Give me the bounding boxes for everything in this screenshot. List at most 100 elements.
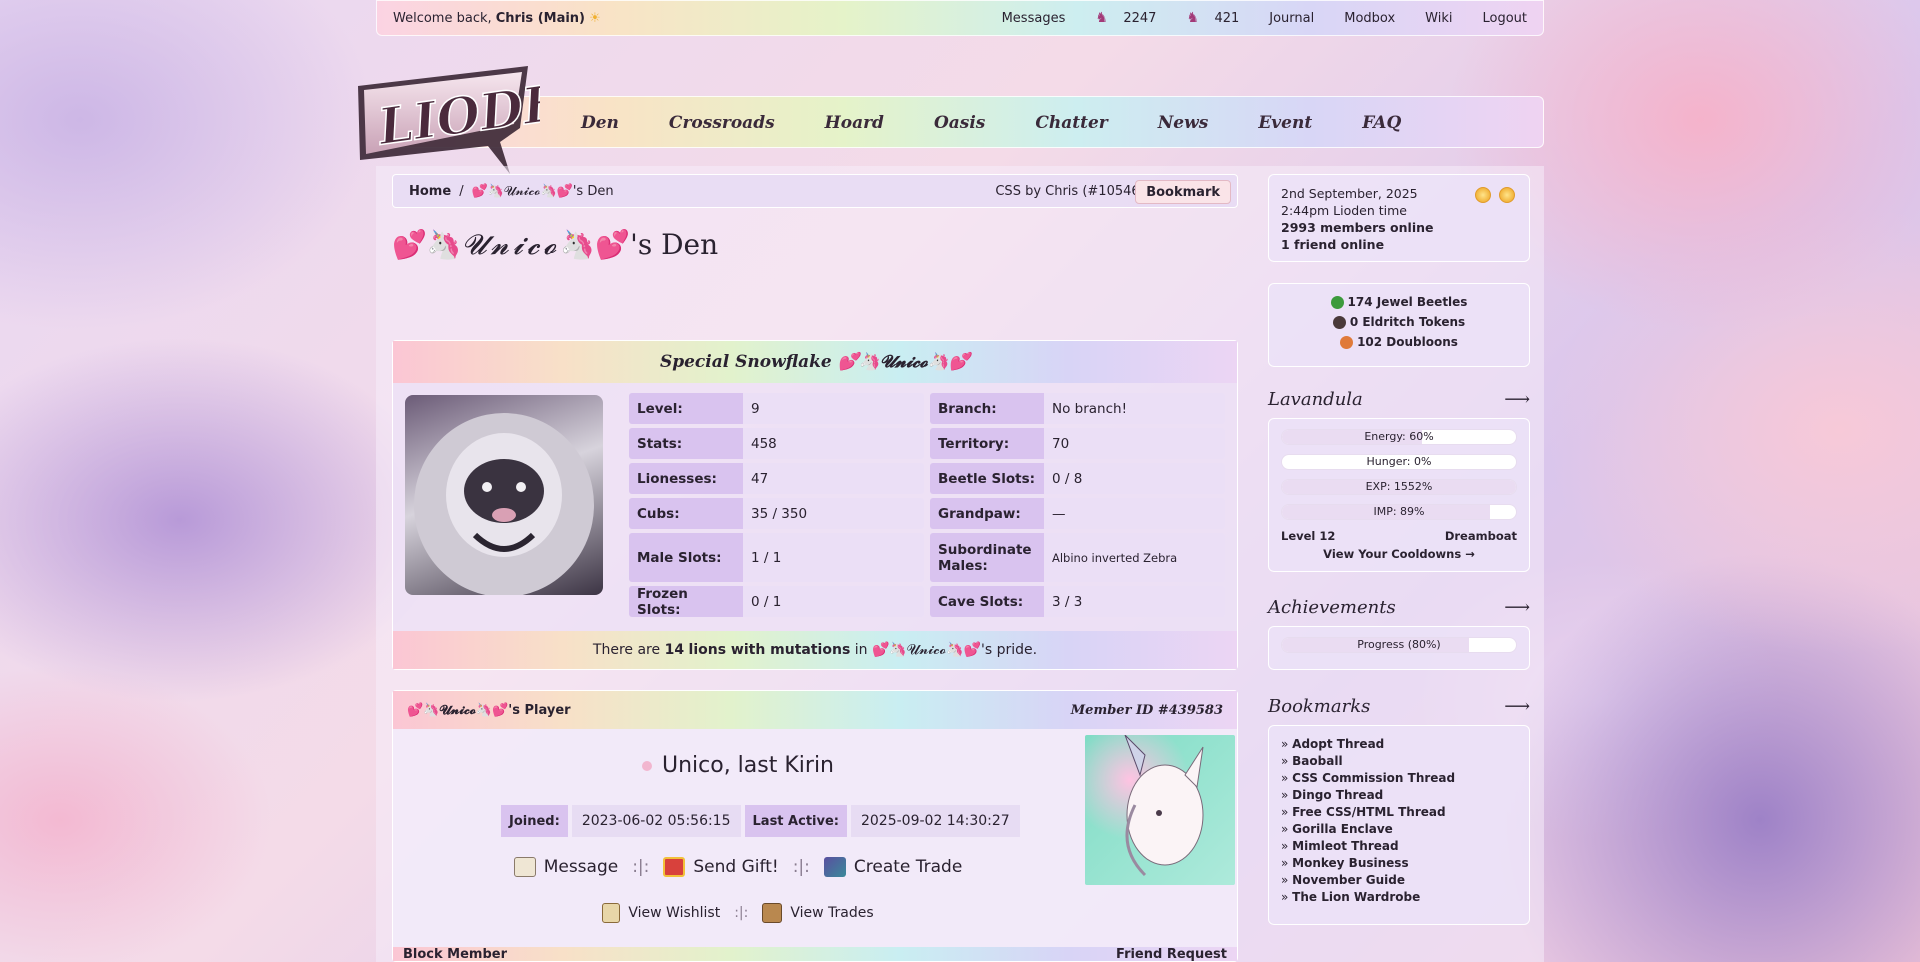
separator: :|: [792, 857, 810, 877]
bookmark-button[interactable]: Bookmark [1135, 180, 1231, 204]
pride-icon: ♞ [1095, 10, 1108, 26]
sun-icon [1475, 187, 1491, 203]
bookmarks-header[interactable]: Bookmarks ⟶ [1268, 691, 1530, 721]
bookmark-link[interactable]: Dingo Thread [1281, 787, 1517, 804]
modbox-link[interactable]: Modbox [1344, 11, 1395, 26]
player-actions: Message :|: Send Gift! :|: Create Trade [393, 857, 1083, 877]
view-wishlist-button[interactable]: View Wishlist [602, 903, 720, 923]
bookmarks-title: Bookmarks [1268, 695, 1371, 717]
stat-cell: Cubs: 35 / 350 [629, 498, 924, 529]
currency-item: 174 Jewel Beetles [1281, 292, 1517, 312]
lion-header[interactable]: Lavandula ⟶ [1268, 384, 1530, 414]
logout-link[interactable]: Logout [1482, 11, 1527, 26]
bookmark-link[interactable]: Free CSS/HTML Thread [1281, 804, 1517, 821]
player-name: Unico, last Kirin [393, 753, 1083, 778]
stat-cell: Stats: 458 [629, 428, 924, 459]
bar-label: EXP: 1552% [1365, 480, 1433, 493]
view-cooldowns-link[interactable]: View Your Cooldowns → [1281, 547, 1517, 561]
page-title: 💕🦄𝓤𝓷𝓲𝓬𝓸🦄💕's Den [392, 228, 718, 262]
lion-portrait[interactable] [405, 395, 603, 595]
stat-label: Beetle Slots: [930, 463, 1044, 494]
journal-link[interactable]: Journal [1269, 11, 1314, 26]
message-button[interactable]: Message [513, 857, 618, 877]
stat-value: No branch! [1044, 393, 1225, 424]
lion-portrait-image [414, 413, 594, 595]
css-credit[interactable]: CSS by Chris (#105465) [995, 184, 1153, 199]
lion-count-1[interactable]: ♞ 2247 [1095, 10, 1156, 26]
currency-amount: 0 Eldritch Tokens [1349, 315, 1466, 329]
achievements-header[interactable]: Achievements ⟶ [1268, 592, 1530, 622]
bookmark-link[interactable]: Monkey Business [1281, 855, 1517, 872]
top-links: Messages ♞ 2247 ♞ 421 Journal Modbox Wik… [1002, 10, 1527, 26]
player-dates: Joined: 2023-06-02 05:56:15 Last Active:… [501, 805, 1020, 837]
lion-title: Dreamboat [1444, 529, 1517, 543]
crate-icon [762, 903, 783, 923]
nav-den[interactable]: Den [581, 113, 619, 133]
nav-crossroads[interactable]: Crossroads [669, 113, 775, 133]
bookmark-link[interactable]: Adopt Thread [1281, 736, 1517, 753]
sidebar-lion: Lavandula ⟶ Energy: 60% Hunger: 0% EXP: 155… [1268, 384, 1530, 572]
wiki-link[interactable]: Wiki [1425, 11, 1452, 26]
bookmark-link[interactable]: November Guide [1281, 872, 1517, 889]
nav-news[interactable]: News [1158, 113, 1209, 133]
breadcrumb-current: 💕🦄𝓤𝓷𝓲𝓬𝓸🦄💕's Den [471, 183, 614, 199]
player-avatar[interactable] [1085, 734, 1235, 885]
send-gift-button[interactable]: Send Gift! [663, 857, 779, 877]
currency-item: 102 Doubloons [1281, 332, 1517, 352]
friends-online[interactable]: 1 friend online [1281, 236, 1517, 253]
stat-row: Level: 9 Branch: No branch! [629, 393, 1225, 424]
stat-value: 9 [743, 393, 924, 424]
mutation-notice: There are 14 lions with mutations in 💕🦄𝓤… [393, 631, 1237, 669]
bar-label: Energy: 60% [1364, 430, 1434, 443]
title-suffix: 🦄💕's Den [560, 228, 719, 261]
progress-label: Progress (80%) [1357, 638, 1441, 651]
last-active-label: Last Active: [744, 805, 847, 837]
messages-link[interactable]: Messages [1002, 11, 1066, 26]
nav-event[interactable]: Event [1258, 113, 1312, 133]
nav-hoard[interactable]: Hoard [825, 113, 884, 133]
friend-request-button[interactable]: Friend Request [1116, 947, 1227, 961]
arrow-right-icon: ⟶ [1504, 388, 1530, 410]
title-prefix: 💕🦄 [392, 228, 462, 261]
mutation-count: 14 [664, 642, 685, 658]
stat-label: Cubs: [629, 498, 743, 529]
bookmark-link[interactable]: Mimleot Thread [1281, 838, 1517, 855]
stat-value: 70 [1044, 428, 1225, 459]
currency-amount: 102 Doubloons [1357, 335, 1458, 349]
block-member-button[interactable]: Block Member [403, 947, 507, 961]
nav-chatter[interactable]: Chatter [1035, 113, 1107, 133]
lioden-logo[interactable]: LIODEN [350, 58, 540, 178]
lion-count-1-value: 2247 [1123, 10, 1157, 26]
snowflake-title: Special Snowflake 💕🦄𝓤𝓷𝓲𝓬𝓸🦄💕 [393, 341, 1237, 383]
bar-label: IMP: 89% [1373, 505, 1425, 518]
nav-faq[interactable]: FAQ [1362, 113, 1401, 133]
bookmark-list: Adopt ThreadBaoballCSS Commission Thread… [1281, 736, 1517, 906]
breadcrumb-home[interactable]: Home [409, 184, 451, 199]
bookmark-link[interactable]: The Lion Wardrobe [1281, 889, 1517, 906]
stat-cell: Frozen Slots: 0 / 1 [629, 586, 924, 617]
status-bar: IMP: 89% [1281, 504, 1517, 520]
player-title: 💕🦄𝓤𝓷𝓲𝓬𝓸🦄💕's Player [407, 702, 571, 718]
page: Welcome back, Chris (Main) ☀ Messages ♞ … [358, 0, 1544, 962]
beetle-icon [1330, 296, 1344, 309]
nav-oasis[interactable]: Oasis [934, 113, 985, 133]
username-link[interactable]: Chris (Main) [496, 11, 585, 26]
status-bar: Energy: 60% [1281, 429, 1517, 445]
lion-count-2[interactable]: ♞ 421 [1186, 10, 1239, 26]
achievement-progress-bar: Progress (80%) [1281, 637, 1517, 653]
lion-status-box: Energy: 60% Hunger: 0% EXP: 1552% IMP: 89% … [1268, 418, 1530, 572]
create-trade-button[interactable]: Create Trade [823, 857, 962, 877]
lion-name: Lavandula [1268, 388, 1363, 410]
view-trades-button[interactable]: View Trades [762, 903, 874, 923]
mutation-link[interactable]: lions with mutations [689, 642, 851, 658]
bar-label: Hunger: 0% [1366, 455, 1432, 468]
members-online[interactable]: 2993 members online [1281, 219, 1517, 236]
time-box: 2nd September, 2025 2:44pm Lioden time 2… [1268, 174, 1530, 262]
bookmark-link[interactable]: Baoball [1281, 753, 1517, 770]
stat-value: — [1044, 498, 1225, 529]
bookmark-link[interactable]: Gorilla Enclave [1281, 821, 1517, 838]
sidebar-currency: 174 Jewel Beetles 0 Eldritch Tokens 102 Do… [1268, 283, 1530, 367]
stat-value: 0 / 8 [1044, 463, 1225, 494]
stat-cell: Grandpaw: — [930, 498, 1225, 529]
bookmark-link[interactable]: CSS Commission Thread [1281, 770, 1517, 787]
